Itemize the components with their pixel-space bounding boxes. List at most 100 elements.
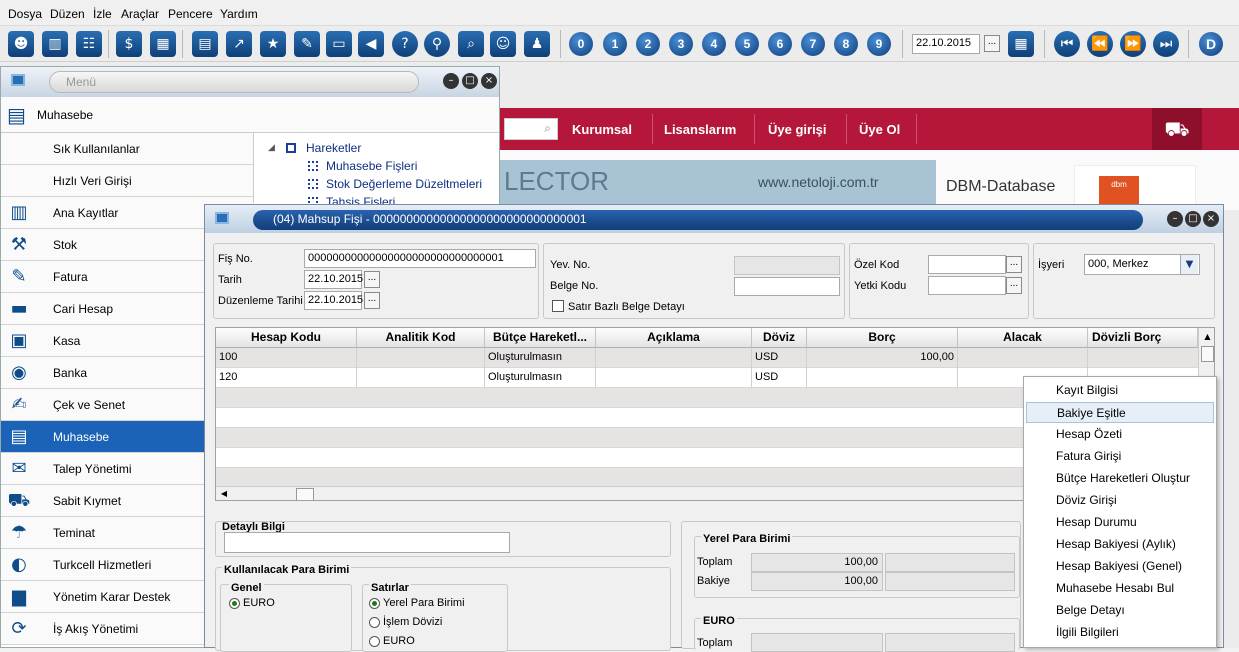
quick-button-1[interactable]: 1 <box>603 32 627 56</box>
scroll-up-icon[interactable]: ▲ <box>1201 330 1214 343</box>
toolbar-date-button[interactable]: ... <box>984 35 1000 52</box>
nav-uye-girisi[interactable]: Üye girişi <box>768 122 827 137</box>
tree-item-muhasebe-fisleri[interactable]: Muhasebe Fişleri <box>326 159 417 173</box>
cell-hesap-kodu[interactable]: 100 <box>216 348 357 368</box>
col-borc[interactable]: Borç <box>807 328 958 348</box>
menu-duzen[interactable]: Düzen <box>50 7 85 21</box>
megaphone-icon[interactable]: ◀ <box>358 31 384 57</box>
col-butce[interactable]: Bütçe Hareketl... <box>485 328 596 348</box>
context-menu-item[interactable]: Belge Detayı <box>1026 600 1214 621</box>
buildings-icon[interactable]: ▥ <box>42 31 68 57</box>
context-menu-item[interactable]: Fatura Girişi <box>1026 446 1214 467</box>
duzenleme-picker-button[interactable]: ... <box>364 292 380 309</box>
context-menu-item[interactable]: Bakiye Eşitle <box>1026 402 1214 423</box>
table-row[interactable]: 100 Oluşturulmasın USD 100,00 <box>216 348 1198 368</box>
window-system-icon[interactable] <box>11 74 25 86</box>
chevron-down-icon[interactable]: ▼ <box>1180 255 1198 274</box>
nav-kurumsal[interactable]: Kurumsal <box>572 122 632 137</box>
context-menu-item[interactable]: Hesap Bakiyesi (Genel) <box>1026 556 1214 577</box>
nav-lisanslarim[interactable]: Lisanslarım <box>664 122 736 137</box>
cell-butce[interactable]: Oluşturulmasın <box>485 348 596 368</box>
duzenleme-input[interactable]: 22.10.2015 <box>304 291 363 310</box>
users-icon[interactable]: ☻ <box>8 31 34 57</box>
ozel-kod-button[interactable]: ... <box>1006 256 1022 273</box>
close-icon[interactable]: × <box>1203 211 1219 227</box>
star-document-icon[interactable]: ★ <box>260 31 286 57</box>
minimize-icon[interactable]: – <box>443 73 459 89</box>
tree-expand-icon[interactable]: ◢ <box>268 142 275 153</box>
tree-item-stok-degerleme[interactable]: Stok Değerleme Düzeltmeleri <box>326 177 482 191</box>
scroll-left-icon[interactable]: ◀ <box>218 488 230 500</box>
fis-no-input[interactable]: 00000000000000000000000000000001 <box>304 249 536 268</box>
cell-aciklama[interactable] <box>596 368 752 388</box>
quick-button-4[interactable]: 4 <box>702 32 726 56</box>
calculator-icon[interactable]: ▦ <box>150 31 176 57</box>
col-doviz[interactable]: Döviz <box>752 328 807 348</box>
yetki-kodu-input[interactable] <box>928 276 1006 295</box>
quick-button-0[interactable]: 0 <box>569 32 593 56</box>
connection-icon[interactable]: ⚲ <box>424 31 450 57</box>
hierarchy-icon[interactable]: ☷ <box>76 31 102 57</box>
satir-bazli-checkbox[interactable] <box>552 300 564 312</box>
group-icon[interactable]: ☺ <box>490 31 516 57</box>
quick-button-5[interactable]: 5 <box>735 32 759 56</box>
yerel-para-radio[interactable] <box>369 598 380 609</box>
context-menu-item[interactable]: Muhasebe Hesabı Bul <box>1026 578 1214 599</box>
yetki-kodu-button[interactable]: ... <box>1006 277 1022 294</box>
context-menu-item[interactable]: Hesap Özeti <box>1026 424 1214 445</box>
quick-button-6[interactable]: 6 <box>768 32 792 56</box>
cell-borc[interactable]: 100,00 <box>807 348 958 368</box>
money-bag-icon[interactable]: $ <box>116 31 142 57</box>
prev-record-icon[interactable]: ⏪ <box>1087 31 1113 57</box>
cart-icon[interactable]: ⛟ <box>1152 108 1202 150</box>
satir-euro-radio[interactable] <box>369 636 380 647</box>
tree-root[interactable]: Hareketler <box>306 141 361 155</box>
scroll-thumb[interactable] <box>1201 346 1214 362</box>
quick-button-8[interactable]: 8 <box>834 32 858 56</box>
next-record-icon[interactable]: ⏩ <box>1120 31 1146 57</box>
minimize-icon[interactable]: – <box>1167 211 1183 227</box>
quick-button-2[interactable]: 2 <box>636 32 660 56</box>
nav-uye-ol[interactable]: Üye Ol <box>859 122 900 137</box>
user-support-icon[interactable]: ♟ <box>524 31 550 57</box>
document-edit-icon[interactable]: ✎ <box>294 31 320 57</box>
col-analitik-kod[interactable]: Analitik Kod <box>357 328 485 348</box>
website-search-input[interactable]: ⌕ <box>504 118 558 140</box>
scroll-hthumb[interactable] <box>296 488 314 500</box>
col-dovizli-borc[interactable]: Dövizli Borç <box>1088 328 1198 348</box>
last-record-icon[interactable]: ⏭ <box>1153 31 1179 57</box>
col-alacak[interactable]: Alacak <box>958 328 1088 348</box>
first-record-icon[interactable]: ⏮ <box>1054 31 1080 57</box>
tarih-input[interactable]: 22.10.2015 <box>304 270 363 289</box>
cell-borc[interactable] <box>807 368 958 388</box>
context-menu-item[interactable]: Hesap Durumu <box>1026 512 1214 533</box>
cell-doviz[interactable]: USD <box>752 368 807 388</box>
context-menu-item[interactable]: Döviz Girişi <box>1026 490 1214 511</box>
search-icon[interactable]: ⌕ <box>458 31 484 57</box>
close-icon[interactable]: × <box>481 73 497 89</box>
quick-button-9[interactable]: 9 <box>867 32 891 56</box>
quick-button-7[interactable]: 7 <box>801 32 825 56</box>
islem-dovizi-radio[interactable] <box>369 617 380 628</box>
quick-button-3[interactable]: 3 <box>669 32 693 56</box>
tarih-picker-button[interactable]: ... <box>364 271 380 288</box>
col-aciklama[interactable]: Açıklama <box>596 328 752 348</box>
menu-yardim[interactable]: Yardım <box>220 7 258 21</box>
context-menu-item[interactable]: Kayıt Bilgisi <box>1026 380 1214 401</box>
cell-analitik[interactable] <box>357 348 485 368</box>
toolbar-date-input[interactable]: 22.10.2015 <box>912 34 980 54</box>
maximize-icon[interactable]: □ <box>1185 211 1201 227</box>
menu-item[interactable]: Hızlı Veri Girişi <box>1 165 253 197</box>
calendar-picker-icon[interactable]: ▦ <box>1008 31 1034 57</box>
menu-item[interactable]: Sık Kullanılanlar <box>1 133 253 165</box>
cell-butce[interactable]: Oluşturulmasın <box>485 368 596 388</box>
maximize-icon[interactable]: □ <box>462 73 478 89</box>
col-hesap-kodu[interactable]: Hesap Kodu <box>216 328 357 348</box>
cell-hesap-kodu[interactable]: 120 <box>216 368 357 388</box>
chart-icon[interactable]: ↗ <box>226 31 252 57</box>
detayli-bilgi-input[interactable] <box>224 532 510 553</box>
d-button[interactable]: D <box>1199 32 1223 56</box>
menu-izle[interactable]: İzle <box>93 7 112 21</box>
belge-no-input[interactable] <box>734 277 840 296</box>
folder-add-icon[interactable]: ▭ <box>326 31 352 57</box>
